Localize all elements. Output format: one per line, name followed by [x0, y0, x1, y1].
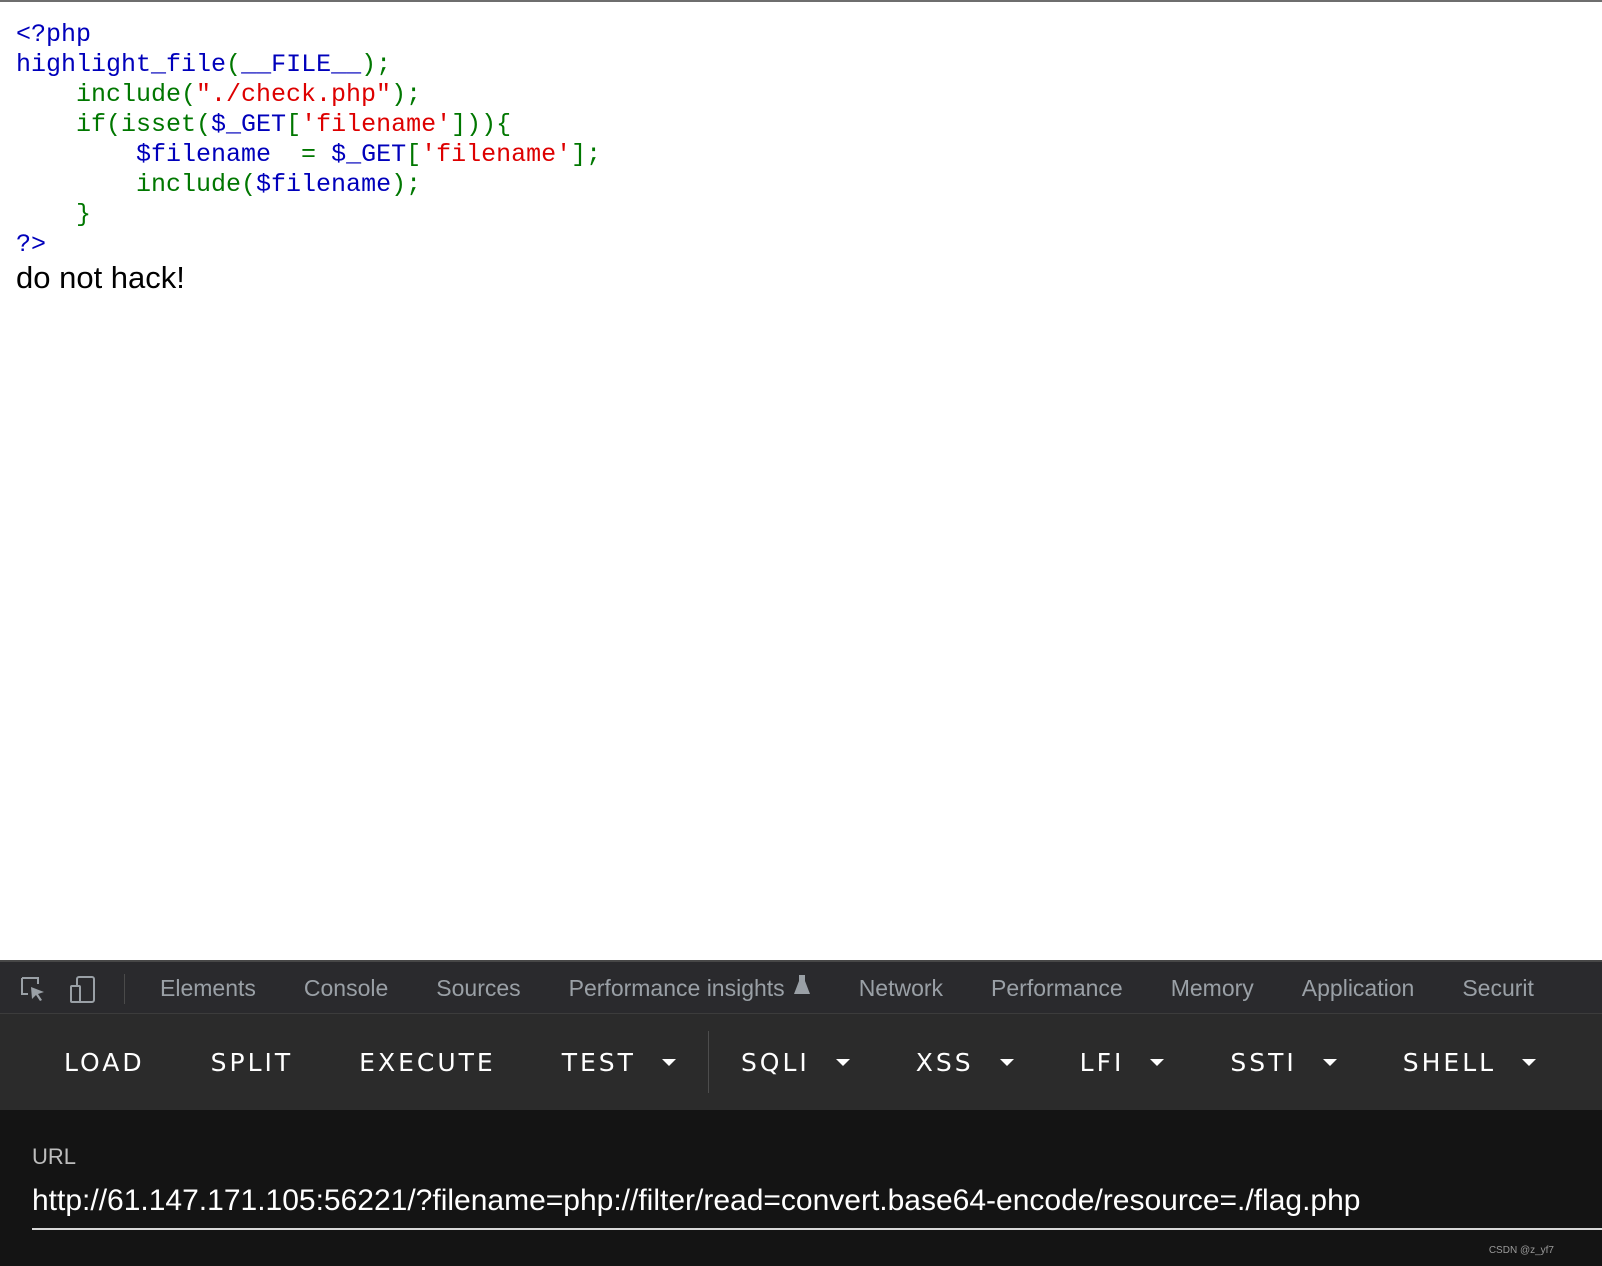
url-label: URL — [32, 1144, 77, 1169]
code-token: ); — [391, 170, 422, 199]
code-token: $_GET — [211, 110, 287, 139]
test-button[interactable]: TEST — [562, 1032, 676, 1092]
sqli-button[interactable]: SQLI — [741, 1032, 850, 1092]
button-label: LFI — [1079, 1047, 1125, 1077]
tab-label: Memory — [1170, 974, 1254, 1001]
code-token: ( — [226, 50, 242, 79]
inspect-element-icon[interactable] — [18, 974, 48, 1004]
code-token: $filename — [16, 140, 302, 169]
tab-label: Application — [1301, 974, 1415, 1001]
tab-sources[interactable]: Sources — [412, 975, 544, 1002]
code-line: include($filename); — [16, 170, 601, 200]
code-token: __FILE__ — [241, 50, 362, 79]
button-label: XSS — [915, 1047, 974, 1077]
code-line: ?> — [16, 230, 601, 260]
chevron-down-icon[interactable] — [1522, 1058, 1537, 1066]
xss-button[interactable]: XSS — [916, 1032, 1014, 1092]
code-line: if(isset($_GET['filename'])){ — [16, 110, 601, 140]
tab-label: Performance insights — [568, 974, 785, 1001]
tab-label: Network — [858, 974, 944, 1001]
tab-performance[interactable]: Performance — [967, 975, 1147, 1002]
code-token: [ — [406, 140, 422, 169]
devtools-tab-bar: Elements Console Sources Performance insigh… — [0, 960, 1602, 1014]
code-token: <?php — [16, 20, 92, 49]
tab-label: Securit — [1462, 974, 1534, 1001]
tab-console[interactable]: Console — [280, 975, 412, 1002]
button-label: SQLI — [740, 1047, 810, 1077]
button-label: EXECUTE — [359, 1047, 496, 1077]
tab-elements[interactable]: Elements — [136, 975, 280, 1002]
code-token: $filename — [256, 170, 392, 199]
hackbar-toolbar: LOAD SPLIT EXECUTE TEST SQLI XSS LFI SSTI SHELL — [0, 1014, 1602, 1110]
ssti-button[interactable]: SSTI — [1230, 1032, 1337, 1092]
page-content: <?php highlight_file(__FILE__); include("… — [0, 2, 1602, 960]
chevron-down-icon[interactable] — [1150, 1058, 1165, 1066]
url-input[interactable] — [32, 1174, 1602, 1230]
tab-securit[interactable]: Securit — [1438, 975, 1558, 1002]
code-line: <?php — [16, 20, 601, 50]
code-line: } — [16, 200, 601, 230]
tab-label: Elements — [160, 974, 256, 1001]
button-label: LOAD — [64, 1047, 145, 1077]
chevron-down-icon[interactable] — [835, 1058, 850, 1066]
tab-label: Sources — [436, 974, 521, 1001]
chevron-down-icon[interactable] — [1322, 1058, 1337, 1066]
code-token: ); — [391, 80, 422, 109]
device-toolbar-icon[interactable] — [68, 974, 98, 1004]
execute-button[interactable]: EXECUTE — [359, 1032, 496, 1092]
code-token: "./check.php" — [196, 80, 392, 109]
page-message: do not hack! — [16, 260, 185, 295]
code-token: ?> — [16, 230, 47, 259]
code-token: 'filename' — [421, 140, 572, 169]
load-button[interactable]: LOAD — [64, 1032, 145, 1092]
tab-memory[interactable]: Memory — [1147, 975, 1278, 1002]
code-token: highlight_file — [16, 50, 227, 79]
devtools-panel: Elements Console Sources Performance insigh… — [0, 960, 1602, 1266]
button-label: TEST — [561, 1047, 636, 1077]
code-token: = — [301, 140, 332, 169]
code-token: [ — [286, 110, 302, 139]
code-token: } — [16, 200, 92, 229]
code-token: ]; — [571, 140, 602, 169]
chevron-down-icon[interactable] — [999, 1058, 1014, 1066]
tab-application[interactable]: Application — [1278, 975, 1439, 1002]
split-button[interactable]: SPLIT — [211, 1032, 294, 1092]
flask-icon — [793, 974, 811, 1002]
code-token: ); — [361, 50, 392, 79]
tab-label: Console — [303, 974, 389, 1001]
tab-label: Performance — [991, 974, 1123, 1001]
code-line: $filename = $_GET['filename']; — [16, 140, 601, 170]
watermark: CSDN @z_yf7 — [1488, 1245, 1554, 1256]
code-token: ])){ — [451, 110, 512, 139]
code-token: include( — [16, 80, 197, 109]
code-token: if(isset( — [16, 110, 212, 139]
shell-button[interactable]: SHELL — [1402, 1032, 1537, 1092]
devtools-tabs: Elements Console Sources Performance insigh… — [136, 962, 1558, 1014]
code-line: include("./check.php"); — [16, 80, 601, 110]
button-label: SSTI — [1230, 1047, 1297, 1077]
code-line: highlight_file(__FILE__); — [16, 50, 601, 80]
lfi-button[interactable]: LFI — [1080, 1032, 1165, 1092]
php-source-code: <?php highlight_file(__FILE__); include("… — [16, 20, 601, 260]
devtools-separator — [124, 974, 125, 1004]
code-token: include( — [16, 170, 257, 199]
tab-network[interactable]: Network — [835, 975, 967, 1002]
chevron-down-icon[interactable] — [661, 1058, 676, 1066]
button-label: SHELL — [1402, 1047, 1497, 1077]
code-token: $_GET — [331, 140, 407, 169]
code-token: 'filename' — [301, 110, 452, 139]
tab-performance-insights[interactable]: Performance insights — [545, 974, 835, 1002]
toolbar-divider — [707, 1031, 709, 1093]
button-label: SPLIT — [210, 1047, 294, 1077]
hackbar-url-panel: URL CSDN @z_yf7 — [0, 1110, 1602, 1266]
